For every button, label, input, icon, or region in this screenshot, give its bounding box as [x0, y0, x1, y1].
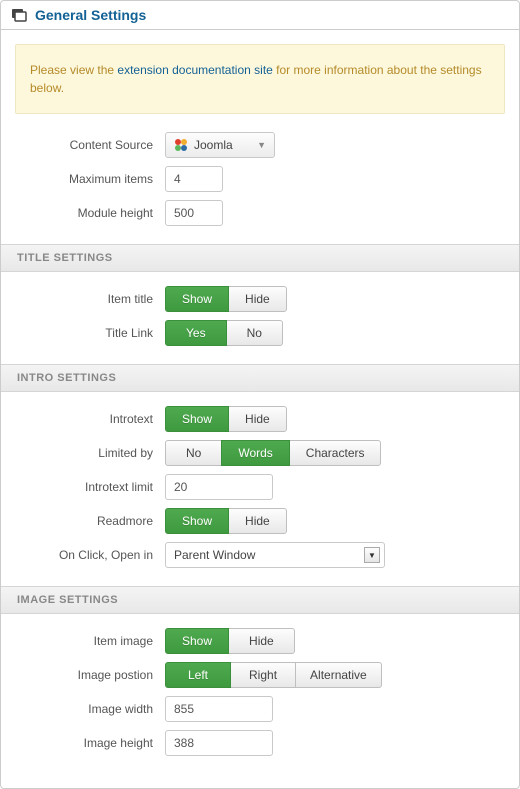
image-height-label: Image height: [15, 736, 165, 750]
panel-body: Please view the extension documentation …: [1, 30, 519, 788]
image-position-toggle: Left Right Alternative: [165, 662, 382, 688]
readmore-show[interactable]: Show: [165, 508, 229, 534]
title-link-toggle: Yes No: [165, 320, 283, 346]
row-module-height: Module height: [15, 200, 505, 226]
row-item-title: Item title Show Hide: [15, 286, 505, 312]
max-items-label: Maximum items: [15, 172, 165, 186]
image-section-heading: IMAGE SETTINGS: [1, 586, 519, 614]
doc-link[interactable]: extension documentation site: [117, 63, 272, 77]
item-image-hide[interactable]: Hide: [228, 628, 295, 654]
limited-by-label: Limited by: [15, 446, 165, 460]
readmore-toggle: Show Hide: [165, 508, 287, 534]
image-position-label: Image postion: [15, 668, 165, 682]
row-image-width: Image width: [15, 696, 505, 722]
title-link-yes[interactable]: Yes: [165, 320, 227, 346]
limited-by-toggle: No Words Characters: [165, 440, 381, 466]
row-on-click: On Click, Open in Parent Window ▼: [15, 542, 505, 568]
settings-icon: [11, 8, 27, 22]
item-title-toggle: Show Hide: [165, 286, 287, 312]
panel-title: General Settings: [35, 7, 146, 23]
content-source-label: Content Source: [15, 138, 165, 152]
row-image-position: Image postion Left Right Alternative: [15, 662, 505, 688]
row-introtext: Introtext Show Hide: [15, 406, 505, 432]
intro-section-heading: INTRO SETTINGS: [1, 364, 519, 392]
image-width-label: Image width: [15, 702, 165, 716]
title-section-heading: TITLE SETTINGS: [1, 244, 519, 272]
image-height-input[interactable]: [165, 730, 273, 756]
on-click-value: Parent Window: [174, 548, 364, 562]
image-position-alternative[interactable]: Alternative: [295, 662, 382, 688]
module-height-label: Module height: [15, 206, 165, 220]
image-position-right[interactable]: Right: [230, 662, 296, 688]
row-title-link: Title Link Yes No: [15, 320, 505, 346]
row-max-items: Maximum items: [15, 166, 505, 192]
item-image-show[interactable]: Show: [165, 628, 229, 654]
doc-notice: Please view the extension documentation …: [15, 44, 505, 114]
introtext-hide[interactable]: Hide: [228, 406, 287, 432]
introtext-toggle: Show Hide: [165, 406, 287, 432]
notice-lead: Please view the: [30, 63, 117, 77]
title-link-label: Title Link: [15, 326, 165, 340]
item-title-show[interactable]: Show: [165, 286, 229, 312]
readmore-hide[interactable]: Hide: [228, 508, 287, 534]
content-source-dropdown[interactable]: Joomla ▼: [165, 132, 275, 158]
on-click-select[interactable]: Parent Window ▼: [165, 542, 385, 568]
limited-characters[interactable]: Characters: [289, 440, 382, 466]
item-image-label: Item image: [15, 634, 165, 648]
introtext-limit-label: Introtext limit: [15, 480, 165, 494]
limited-no[interactable]: No: [165, 440, 222, 466]
row-readmore: Readmore Show Hide: [15, 508, 505, 534]
row-limited-by: Limited by No Words Characters: [15, 440, 505, 466]
readmore-label: Readmore: [15, 514, 165, 528]
limited-words[interactable]: Words: [221, 440, 289, 466]
joomla-icon: [174, 138, 188, 152]
image-width-input[interactable]: [165, 696, 273, 722]
item-image-toggle: Show Hide: [165, 628, 295, 654]
introtext-limit-input[interactable]: [165, 474, 273, 500]
introtext-show[interactable]: Show: [165, 406, 229, 432]
content-source-value: Joomla: [194, 138, 251, 152]
max-items-input[interactable]: [165, 166, 223, 192]
row-introtext-limit: Introtext limit: [15, 474, 505, 500]
row-content-source: Content Source Joomla ▼: [15, 132, 505, 158]
chevron-down-icon: ▼: [364, 547, 380, 563]
introtext-label: Introtext: [15, 412, 165, 426]
general-settings-panel: General Settings Please view the extensi…: [0, 0, 520, 789]
module-height-input[interactable]: [165, 200, 223, 226]
item-title-label: Item title: [15, 292, 165, 306]
on-click-label: On Click, Open in: [15, 548, 165, 562]
caret-down-icon: ▼: [257, 140, 266, 150]
image-position-left[interactable]: Left: [165, 662, 231, 688]
panel-header: General Settings: [1, 1, 519, 30]
row-item-image: Item image Show Hide: [15, 628, 505, 654]
title-link-no[interactable]: No: [226, 320, 283, 346]
item-title-hide[interactable]: Hide: [228, 286, 287, 312]
row-image-height: Image height: [15, 730, 505, 756]
